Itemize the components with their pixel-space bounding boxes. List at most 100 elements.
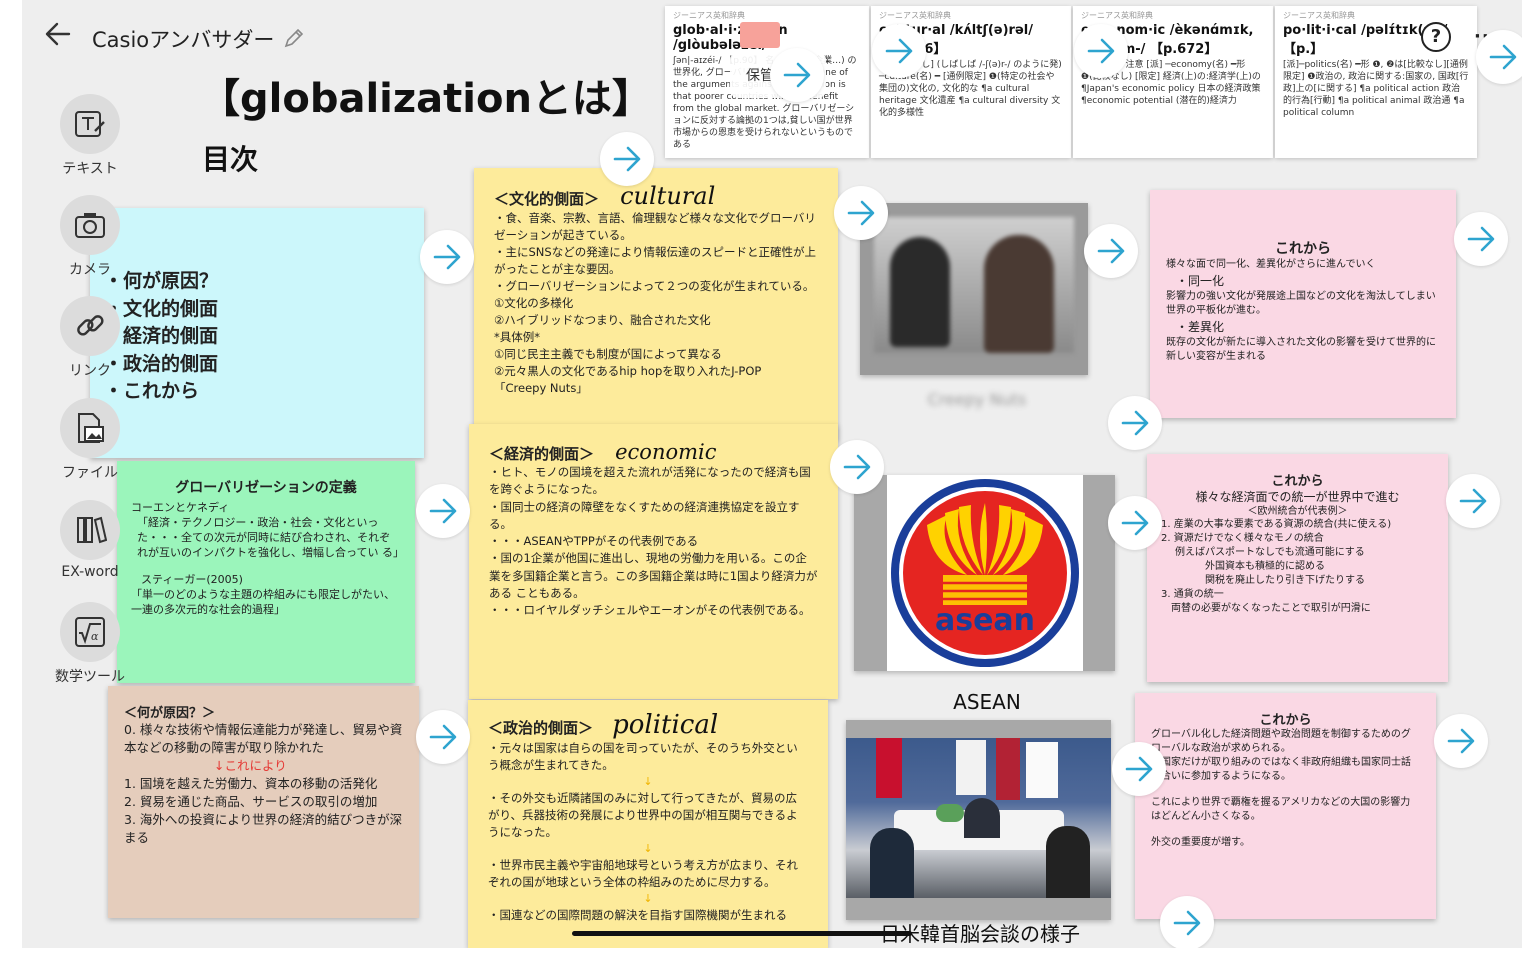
tool-label: ファイル <box>62 465 118 481</box>
cultural-text: ②元々黒人の文化であるhip hopを取り入れたJ-POP <box>494 364 762 378</box>
tool-label: カメラ <box>69 262 111 278</box>
arrow-left-icon <box>45 22 71 46</box>
toc-heading: 目次 <box>202 143 259 176</box>
cultural-card[interactable]: ＜文化的側面＞ cultural ・食、音楽、宗教、言語、倫理観など様々な文化で… <box>474 168 838 440</box>
dictionary-icon <box>77 516 107 544</box>
definition-card[interactable]: グローバリゼーションの定義 コーエンとケネディ 「経済・テクノロジー・政治・社会… <box>117 461 415 683</box>
link-icon <box>77 315 104 336</box>
cause-card[interactable]: ＜何が原因？＞ 0. 様々な技術や情報伝達能力が発達し、貿易や資本などの移動の障… <box>108 686 419 918</box>
expand-arrow-button[interactable] <box>834 186 888 240</box>
future-card-cultural[interactable]: これから 様々な面で同一化、差異化がさらに進んでいく ・同一化 影響力の強い文化… <box>1150 190 1456 418</box>
arrow-right-icon <box>1125 756 1153 782</box>
arrow-right-icon <box>433 244 461 270</box>
toc-card[interactable]: ・何が原因？ ・文化的側面 ・経済的側面 ・政治的側面 ・これから <box>90 208 424 458</box>
arrow-right-icon <box>885 38 913 64</box>
future-text: 2. 資源だけでなく様々なモノの統合 <box>1161 533 1324 544</box>
future-text: 様々な面で同一化、差異化がさらに進んでいく <box>1166 259 1376 270</box>
dict-source: ジーニアス英和辞典 <box>673 11 745 20</box>
future-text: 既存の文化が新たに導入された文化の影響を受けて世界的に新しい変容が生まれる <box>1166 337 1436 362</box>
future-card-economic[interactable]: これから 様々な経済面での統一が世界中で進む ＜欧州統合が代表例＞ 1. 産業の… <box>1147 454 1448 682</box>
expand-arrow-button[interactable] <box>416 710 470 764</box>
cause-note: ↓これにより <box>214 758 287 773</box>
cause-list-item: 1. 国境を越えた労働力、資本の移動の活発化 <box>124 776 378 791</box>
arrow-right-icon <box>429 724 457 750</box>
definition-quote: 「経済・テクノロジー・政治・社会・文化といった・・・全ての次元が同時に結び合わさ… <box>137 516 404 559</box>
political-handwriting: political <box>612 710 719 740</box>
tool-camera[interactable]: カメラ <box>50 195 130 279</box>
cultural-text: ・主にSNSなどの発達により情報伝達のスピードと正確性が上がったことが主な要因。 <box>494 245 816 276</box>
whiteboard-canvas[interactable]: Casioアンバサダー 【globalizationとは】 目次 ・何が原因？ … <box>22 0 1522 948</box>
definition-quote: 「単一のどのような主題の枠組みにも限定しがたい、一連の多次元的な社会的過程」 <box>131 588 395 616</box>
expand-arrow-button[interactable] <box>1084 224 1138 278</box>
future-text: 関税を廃止したり引き下げたりする <box>1205 575 1365 586</box>
expand-arrow-button[interactable] <box>1108 396 1162 450</box>
future-text: 外交の重要度が増す。 <box>1151 837 1250 848</box>
page-title: 【globalizationとは】 <box>200 76 652 122</box>
asean-logo <box>891 479 1079 667</box>
economic-text: ・・・ASEANやTPPがその代表例である <box>489 534 699 549</box>
expand-arrow-button[interactable] <box>1112 742 1166 796</box>
expand-arrow-button[interactable] <box>872 24 926 78</box>
political-title: ＜政治的側面＞ <box>488 719 594 737</box>
expand-arrow-button[interactable] <box>1476 30 1522 84</box>
tool-label: リンク <box>69 363 111 379</box>
future-text: ＜欧州統合が代表例＞ <box>1247 506 1348 517</box>
tool-text[interactable]: テキスト <box>50 94 130 178</box>
svg-text:α: α <box>91 630 99 643</box>
definition-title: グローバリゼーションの定義 <box>175 480 357 496</box>
tool-link[interactable]: リンク <box>50 296 130 380</box>
folder-icon[interactable] <box>740 22 780 48</box>
future-title: これから <box>1271 474 1324 489</box>
future-card-political[interactable]: これから グローバル化した経済問題や政治問題を制御するためのグローバルな政治が求… <box>1135 693 1436 919</box>
arrow-right-icon <box>1447 728 1475 754</box>
political-text: ・その外交も近隣諸国のみに対して行ってきたが、貿易の広がり、兵器技術の発展により… <box>488 791 798 839</box>
arrow-right-icon <box>847 200 875 226</box>
expand-arrow-button[interactable] <box>420 230 474 284</box>
future-text: 1. 産業の大事な要素である資源の統合(共に使える) <box>1161 519 1392 530</box>
expand-arrow-button[interactable] <box>770 48 824 102</box>
expand-arrow-button[interactable] <box>1434 714 1488 768</box>
future-text: 3. 通貨の統一 <box>1161 589 1224 600</box>
expand-arrow-button[interactable] <box>1446 474 1500 528</box>
expand-arrow-button[interactable] <box>600 132 654 186</box>
future-text: ・同一化 <box>1176 274 1225 288</box>
future-text: グローバル化した経済問題や政治問題を制御するためのグローバルな政治が求められる。 <box>1151 729 1411 754</box>
photo-caption: Creepy Nuts <box>927 390 1027 409</box>
asean-caption: ASEAN <box>953 690 1021 714</box>
people-photo[interactable] <box>860 203 1088 375</box>
tool-file[interactable]: ファイル <box>50 398 130 482</box>
asean-logo-image[interactable]: asean <box>854 475 1115 671</box>
arrow-right-icon <box>1467 226 1495 252</box>
cause-title: ＜何が原因？＞ <box>124 706 216 721</box>
economic-card[interactable]: ＜経済的側面＞ economic ・ヒト、モノの国境を超えた流れが活発になったの… <box>469 424 838 699</box>
political-card[interactable]: ＜政治的側面＞ political ・元々は国家は自らの国を司っていたが、そのう… <box>468 700 828 948</box>
pencil-icon[interactable] <box>282 26 306 54</box>
notebook-title: Casioアンバサダー <box>92 28 275 52</box>
expand-arrow-button[interactable] <box>1454 212 1508 266</box>
help-icon[interactable]: ? <box>1421 22 1451 52</box>
dict-body: [派]─politics(名) ━形 ❶, ❷は[比較なし][通例限定] ❶政治… <box>1283 60 1469 118</box>
political-text: ・国連などの国際問題の解決を目指す国際機関が生まれる <box>488 908 787 922</box>
dict-source: ジーニアス英和辞典 <box>1283 11 1355 20</box>
cultural-text: ・グローバリゼーションによって２つの変化が生まれている。 <box>494 279 815 293</box>
arrow-right-icon <box>1121 510 1149 536</box>
arrow-right-icon <box>1097 238 1125 264</box>
economic-text: ・・・ロイヤルダッチシェルやエーオンがその代表例である。 <box>489 603 811 618</box>
expand-arrow-button[interactable] <box>1160 896 1214 948</box>
future-text: 外国資本も積極的に認める <box>1205 561 1325 572</box>
economic-text: ・国の1企業が他国に進出し、現地の労働力を用いる。この企業を多国籍企業と言う。こ… <box>489 551 818 601</box>
tool-math[interactable]: α 数学ツール <box>50 602 130 686</box>
expand-arrow-button[interactable] <box>830 440 884 494</box>
expand-arrow-button[interactable] <box>416 484 470 538</box>
future-title: これから <box>1275 241 1331 257</box>
definition-author: コーエンとケネディ <box>131 501 230 514</box>
home-indicator <box>572 931 912 936</box>
expand-arrow-button[interactable] <box>1108 496 1162 550</box>
back-button[interactable] <box>44 20 72 52</box>
expand-arrow-button[interactable] <box>1074 24 1128 78</box>
summit-photo[interactable] <box>846 720 1111 920</box>
tool-exword[interactable]: EX-word <box>50 500 130 580</box>
math-sqrt-icon: α <box>75 617 105 647</box>
future-text: 例えばパスポートなしでも流通可能にする <box>1175 547 1365 558</box>
arrow-right-icon <box>613 146 641 172</box>
